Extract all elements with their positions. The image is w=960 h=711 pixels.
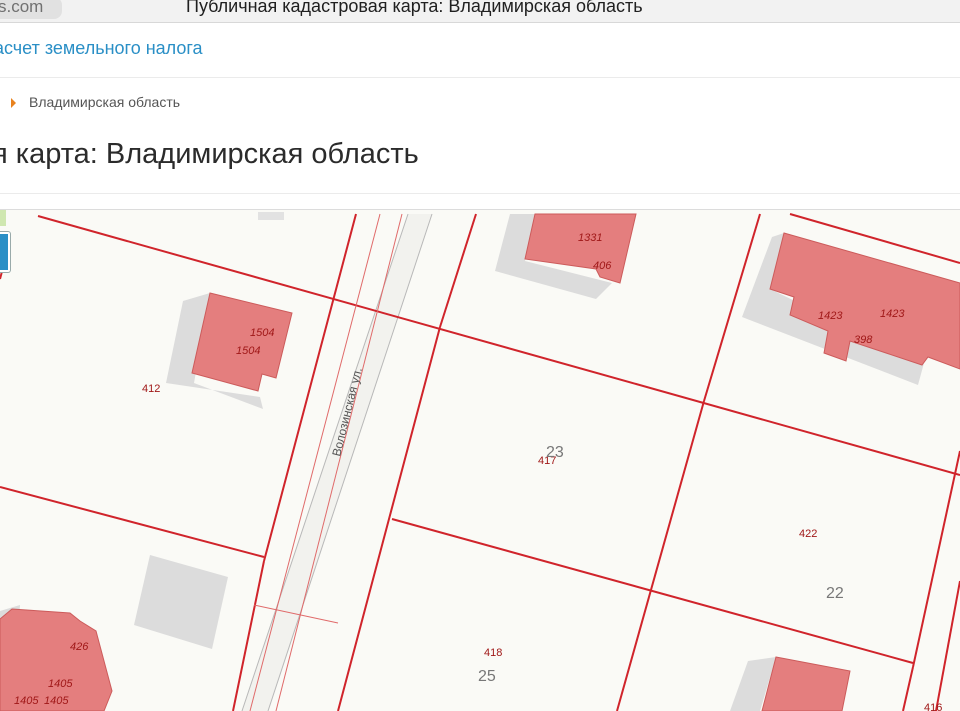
building-number-label: 1423 xyxy=(880,308,905,320)
building[interactable] xyxy=(191,292,293,392)
building-number-label: 1504 xyxy=(250,327,274,339)
building-number-label: 1405 xyxy=(14,695,39,707)
address-bar[interactable]: s.com xyxy=(0,0,62,19)
map-edge-fragment xyxy=(0,210,6,226)
building-number-label: 426 xyxy=(70,641,89,653)
page-title: я карта: Владимирская область xyxy=(0,138,419,170)
house-number-label: 23 xyxy=(546,444,564,461)
divider xyxy=(0,193,960,194)
house-number-label: 22 xyxy=(826,585,844,602)
building-number-label: 1405 xyxy=(44,695,69,707)
building-number-label: 398 xyxy=(854,334,873,346)
map-layer-toggle-button[interactable] xyxy=(0,232,10,272)
building[interactable] xyxy=(761,656,851,711)
breadcrumb-item-region[interactable]: Владимирская область xyxy=(29,94,180,110)
building-number-label: 406 xyxy=(593,260,612,272)
building-shadow xyxy=(134,555,228,649)
parcel-number-label: 422 xyxy=(799,528,817,540)
window-title: Публичная кадастровая карта: Владимирска… xyxy=(186,0,643,16)
breadcrumb-arrow-icon xyxy=(11,98,16,108)
divider xyxy=(0,77,960,78)
building-number-label: 1504 xyxy=(236,345,260,357)
cadastral-map[interactable]: Волозинская ул. 1331 406 1423 1423 398 1… xyxy=(0,209,960,711)
building-number-label: 1423 xyxy=(818,310,843,322)
building-number-label: 1405 xyxy=(48,678,73,690)
house-number-label: 25 xyxy=(478,668,496,685)
browser-tab-bar: s.com Публичная кадастровая карта: Влади… xyxy=(0,0,960,23)
parcel-number-label: 412 xyxy=(142,383,160,395)
land-tax-calc-link[interactable]: асчет земельного налога xyxy=(0,38,203,59)
building-number-label: 1331 xyxy=(578,232,602,244)
map-canvas[interactable]: Волозинская ул. 1331 406 1423 1423 398 1… xyxy=(0,210,960,711)
building-shadow xyxy=(258,212,284,220)
parcel-number-label: 418 xyxy=(484,647,502,659)
